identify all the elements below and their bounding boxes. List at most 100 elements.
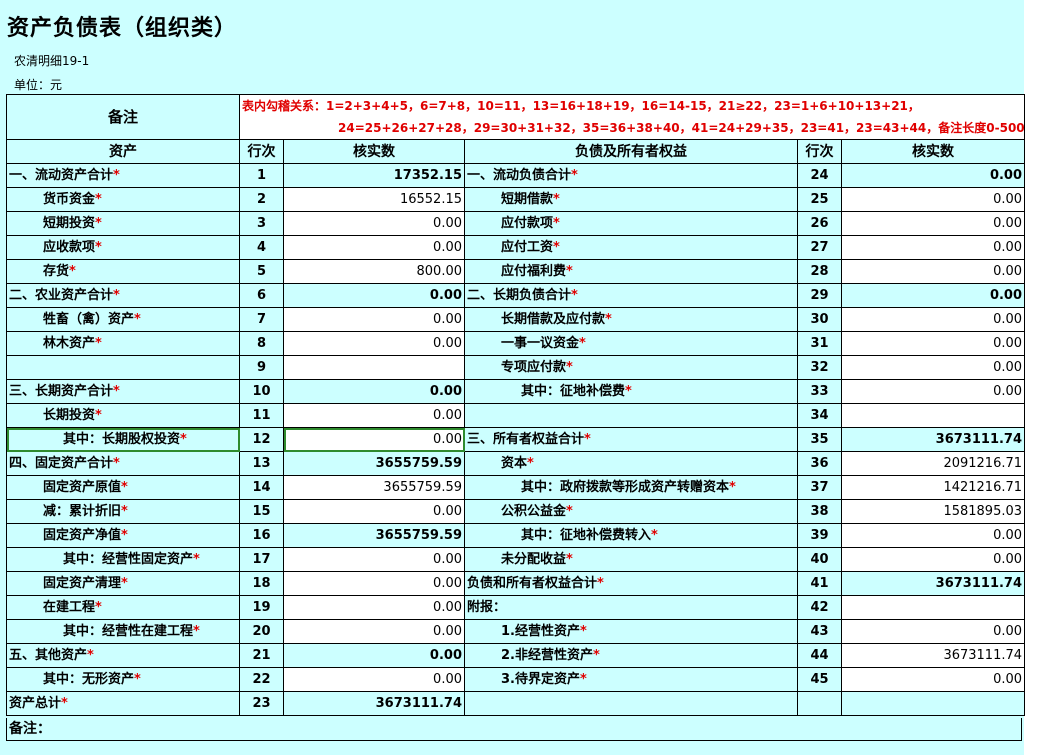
required-star-icon: * [579, 623, 587, 639]
asset-value-cell[interactable]: 0.00 [283, 595, 465, 620]
asset-value-cell[interactable]: 0.00 [283, 379, 465, 404]
required-star-icon: * [95, 239, 102, 255]
footer-remark[interactable]: 备注： [6, 718, 1022, 741]
liability-value-cell[interactable]: 0.00 [840, 211, 1026, 236]
required-star-icon: * [193, 623, 200, 639]
table-row: 二、农业资产合计* 6 0.00 二、长期负债合计* 29 0.00 [6, 283, 1026, 308]
unit-label: 单位：元 [14, 78, 63, 92]
liability-value-cell[interactable] [840, 691, 1026, 716]
asset-value-cell[interactable]: 0.00 [283, 427, 465, 452]
asset-value-cell[interactable]: 0.00 [283, 283, 465, 308]
liability-line-number: 43 [797, 619, 842, 644]
item-text: 专项应付款 [501, 359, 567, 375]
required-star-icon: * [553, 239, 560, 255]
required-star-icon: * [566, 263, 573, 279]
table-row: 在建工程* 19 0.00 附报： 42 [6, 595, 1026, 620]
table-row: 资产总计* 23 3673111.74 [6, 691, 1026, 716]
required-star-icon: * [121, 503, 128, 519]
liability-value-cell[interactable]: 3673111.74 [840, 643, 1026, 668]
asset-value-cell[interactable]: 0.00 [283, 571, 465, 596]
asset-value-cell[interactable] [283, 355, 465, 380]
item-text: 固定资产净值 [43, 527, 122, 543]
liability-value-cell[interactable] [840, 595, 1026, 620]
asset-item-label: 牲畜（禽）资产* [6, 307, 240, 332]
asset-value-cell[interactable]: 0.00 [283, 499, 465, 524]
liability-line-number: 42 [797, 595, 842, 620]
liability-item-label: 一、流动负债合计* [464, 163, 798, 188]
liability-value-cell[interactable] [840, 403, 1026, 428]
asset-line-number: 10 [239, 379, 284, 404]
liability-value-cell[interactable]: 0.00 [840, 619, 1026, 644]
required-star-icon: * [579, 671, 587, 687]
liability-value-cell[interactable]: 1581895.03 [840, 499, 1026, 524]
item-text: 二、长期负债合计 [467, 287, 572, 303]
liability-value-cell[interactable]: 0.00 [840, 523, 1026, 548]
asset-value-cell[interactable]: 0.00 [283, 211, 465, 236]
required-star-icon: * [571, 287, 578, 303]
item-text: 四、固定资产合计 [9, 455, 114, 471]
table-row: 一、流动资产合计* 1 17352.15 一、流动负债合计* 24 0.00 [6, 163, 1026, 188]
header-right-line: 行次 [797, 139, 842, 164]
asset-value-cell[interactable]: 800.00 [283, 259, 465, 284]
asset-item-label: 减：累计折旧* [6, 499, 240, 524]
asset-value-cell[interactable]: 3655759.59 [283, 475, 465, 500]
required-star-icon: * [625, 383, 632, 399]
table-row: 货币资金* 2 16552.15 短期借款* 25 0.00 [6, 187, 1026, 212]
required-star-icon: * [729, 479, 736, 495]
item-text: 其中：长期股权投资 [63, 431, 181, 447]
table-row: 三、长期资产合计* 10 0.00 其中：征地补偿费* 33 0.00 [6, 379, 1026, 404]
asset-line-number: 14 [239, 475, 284, 500]
header-left-item: 资产 [6, 139, 240, 164]
liability-item-label [464, 403, 798, 428]
asset-value-cell[interactable]: 3655759.59 [283, 523, 465, 548]
item-text: 应付福利费 [501, 263, 567, 279]
liability-value-cell[interactable]: 3673111.74 [840, 427, 1026, 452]
asset-value-cell[interactable]: 0.00 [283, 643, 465, 668]
liability-value-cell[interactable]: 1421216.71 [840, 475, 1026, 500]
asset-value-cell[interactable]: 3655759.59 [283, 451, 465, 476]
asset-value-cell[interactable]: 3673111.74 [283, 691, 465, 716]
item-text: 货币资金 [43, 191, 96, 207]
asset-item-label: 短期投资* [6, 211, 240, 236]
asset-value-cell[interactable]: 0.00 [283, 307, 465, 332]
asset-value-cell[interactable]: 0.00 [283, 667, 465, 692]
required-star-icon: * [180, 431, 187, 447]
asset-value-cell[interactable]: 0.00 [283, 547, 465, 572]
liability-value-cell[interactable]: 0.00 [840, 283, 1026, 308]
required-star-icon: * [95, 215, 102, 231]
item-text: 其中：无形资产 [43, 671, 135, 687]
liability-value-cell[interactable]: 0.00 [840, 379, 1026, 404]
liability-value-cell[interactable]: 0.00 [840, 667, 1026, 692]
table-row: 减：累计折旧* 15 0.00 公积公益金* 38 1581895.03 [6, 499, 1026, 524]
liability-value-cell[interactable]: 0.00 [840, 187, 1026, 212]
required-star-icon: * [61, 695, 68, 711]
liability-value-cell[interactable]: 3673111.74 [840, 571, 1026, 596]
asset-value-cell[interactable]: 16552.15 [283, 187, 465, 212]
required-star-icon: * [95, 599, 102, 615]
liability-value-cell[interactable]: 2091216.71 [840, 451, 1026, 476]
item-text: 其中：政府拨款等形成资产转赠资本 [521, 479, 730, 495]
asset-line-number: 7 [239, 307, 284, 332]
asset-line-number: 12 [239, 427, 284, 452]
asset-line-number: 8 [239, 331, 284, 356]
liability-value-cell[interactable]: 0.00 [840, 547, 1026, 572]
liability-value-cell[interactable]: 0.00 [840, 307, 1026, 332]
required-star-icon: * [121, 527, 128, 543]
asset-value-cell[interactable]: 0.00 [283, 403, 465, 428]
table-row: 固定资产原值* 14 3655759.59 其中：政府拨款等形成资产转赠资本* 37 14… [6, 475, 1026, 500]
liability-value-cell[interactable]: 0.00 [840, 331, 1026, 356]
liability-value-cell[interactable]: 0.00 [840, 235, 1026, 260]
asset-value-cell[interactable]: 0.00 [283, 331, 465, 356]
liability-value-cell[interactable]: 0.00 [840, 259, 1026, 284]
liability-value-cell[interactable]: 0.00 [840, 355, 1026, 380]
asset-value-cell[interactable]: 17352.15 [283, 163, 465, 188]
asset-value-cell[interactable]: 0.00 [283, 235, 465, 260]
item-text: 一事一议资金 [501, 335, 580, 351]
liability-line-number: 40 [797, 547, 842, 572]
asset-value-cell[interactable]: 0.00 [283, 619, 465, 644]
item-text: 其中：征地补偿费 [521, 383, 626, 399]
liability-value-cell[interactable]: 0.00 [840, 163, 1026, 188]
required-star-icon: * [121, 479, 128, 495]
required-star-icon: * [95, 407, 102, 423]
remark-label: 备注 [6, 94, 240, 140]
